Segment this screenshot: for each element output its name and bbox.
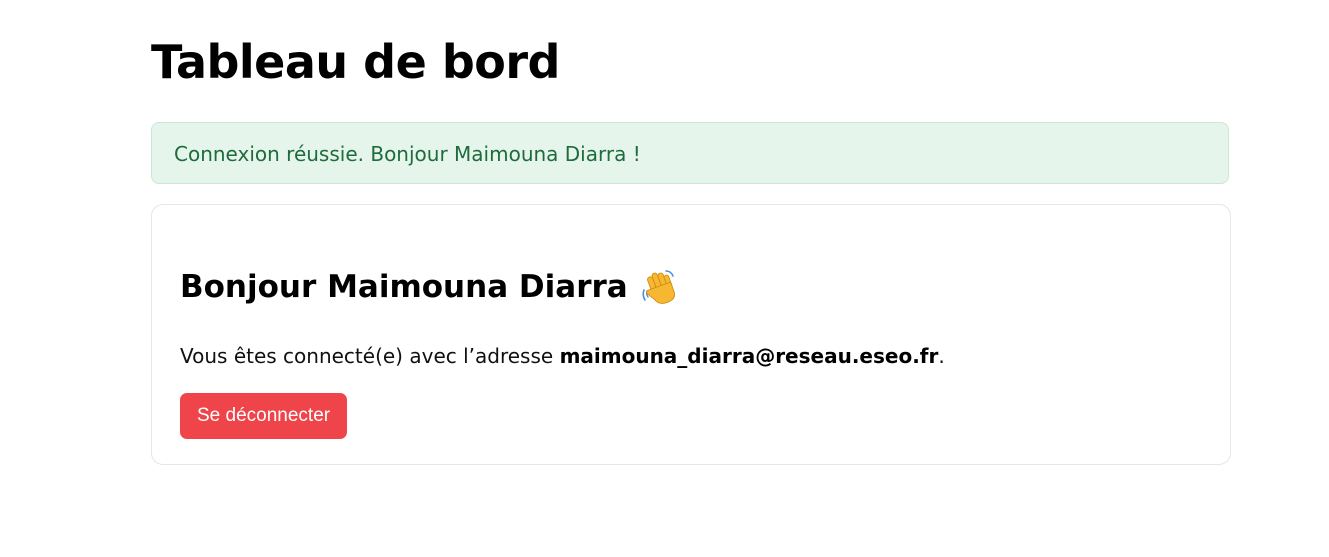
connected-email-prefix: Vous êtes connecté(e) avec l’adresse [180, 344, 560, 368]
connected-email-suffix: . [938, 344, 945, 368]
connected-email-text: Vous êtes connecté(e) avec l’adresse mai… [180, 342, 945, 370]
success-alert-message: Connexion réussie. Bonjour Maimouna Diar… [174, 142, 641, 166]
welcome-card: Bonjour Maimouna Diarra Vous êtes connec… [151, 204, 1231, 465]
welcome-heading: Bonjour Maimouna Diarra [180, 267, 676, 307]
connected-email-address: maimouna_diarra@reseau.eseo.fr [559, 344, 939, 368]
logout-button[interactable]: Se déconnecter [180, 393, 348, 439]
page-title: Tableau de bord [151, 35, 560, 89]
success-alert: Connexion réussie. Bonjour Maimouna Diar… [151, 122, 1229, 184]
waving-hand-icon [640, 268, 676, 306]
welcome-heading-text: Bonjour Maimouna Diarra [180, 269, 628, 305]
